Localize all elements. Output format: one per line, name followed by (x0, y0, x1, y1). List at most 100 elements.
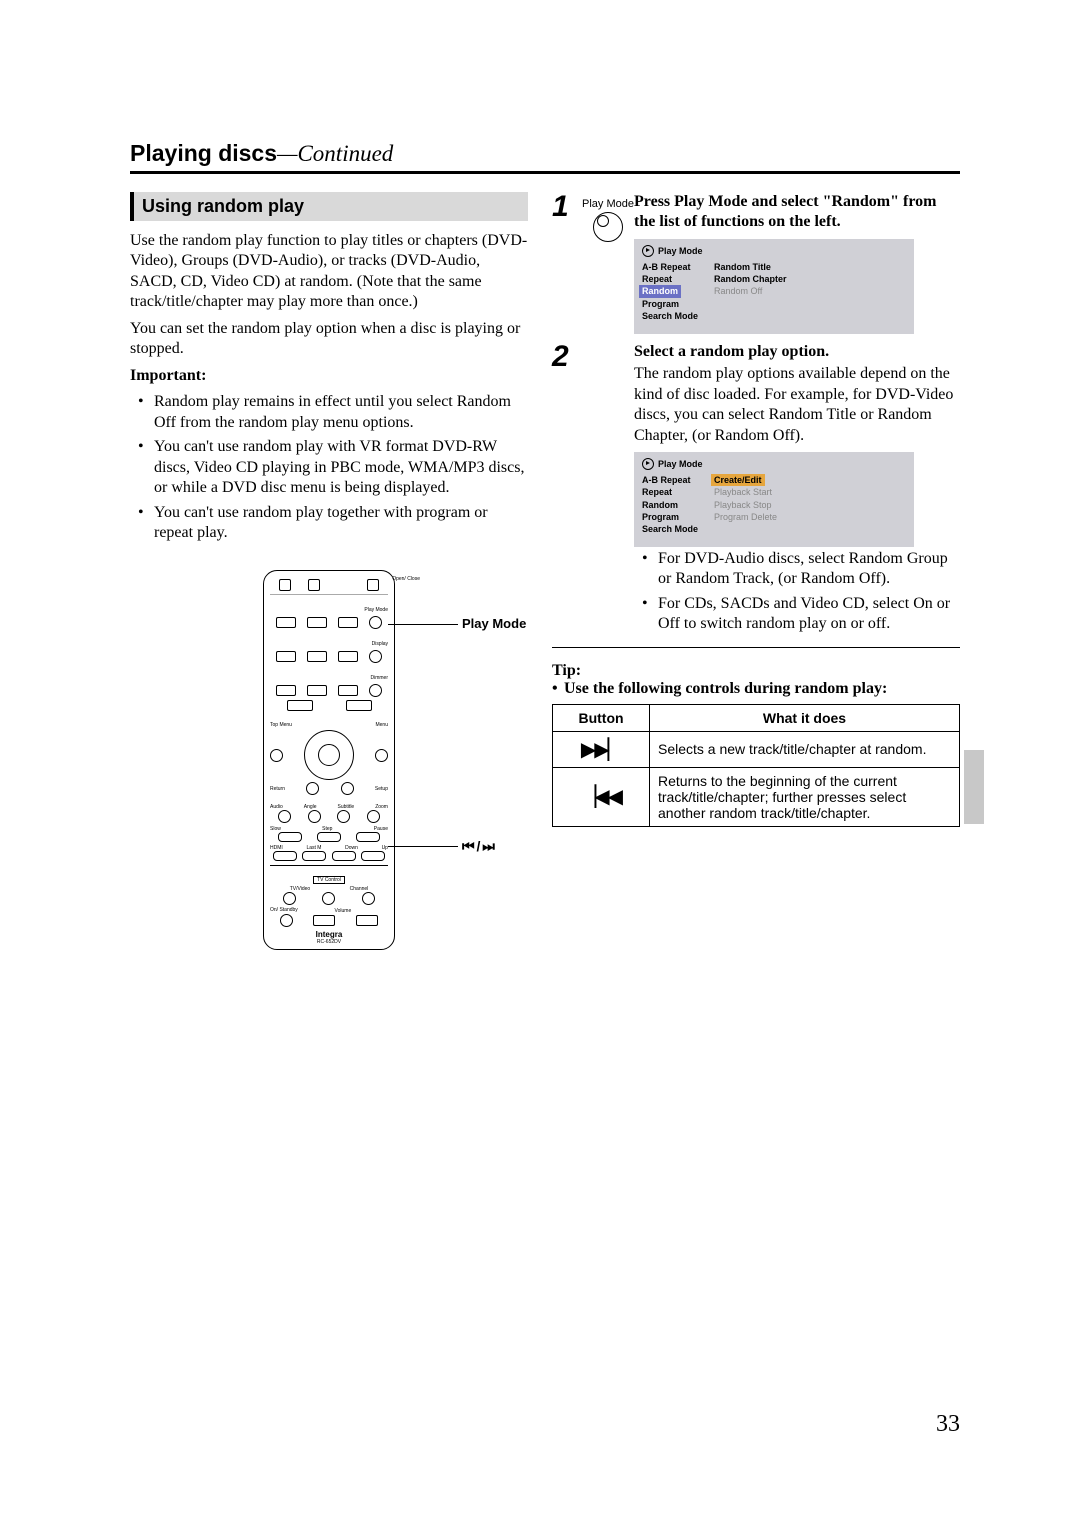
tip-line: Use the following controls during random… (564, 680, 887, 697)
remote-button (307, 617, 327, 628)
step-2-heading: Select a random play option. (634, 342, 960, 362)
page: Playing discs—Continued Using random pla… (0, 0, 1080, 1000)
intro-para-2: You can set the random play option when … (130, 319, 528, 360)
step-1-body: Press Play Mode and select "Random" from… (634, 192, 960, 336)
menu-left-col: A-B Repeat Repeat Random Program Search … (642, 261, 698, 322)
important-item: You can't use random play together with … (146, 503, 528, 544)
step-2-icon (582, 342, 634, 348)
columns: Using random play Use the random play fu… (130, 192, 960, 1000)
remote-enter (318, 744, 340, 766)
step-2-text: The random play options available depend… (634, 364, 960, 446)
on-standby-label: On/ Standby (270, 908, 298, 913)
prev-track-desc: Returns to the beginning of the current … (650, 767, 960, 826)
step-icon-label: Play Mode (582, 198, 634, 210)
disc-icon (642, 245, 654, 257)
callout-prev-next: ⏮ / ⏭ (462, 838, 494, 855)
remote-button (313, 915, 335, 926)
step-2: 2 Select a random play option. The rando… (552, 342, 960, 641)
remote-prev-button (332, 851, 356, 861)
menu-item: A-B Repeat (642, 474, 698, 486)
step-divider (552, 647, 960, 648)
up-label: Up (382, 845, 388, 851)
step-number: 1 (552, 192, 582, 222)
menu-option-dim: Playback Start (714, 486, 777, 498)
step-2-menu: Play Mode A-B Repeat Repeat Random Progr… (634, 452, 914, 547)
pause-label: Pause (374, 826, 388, 832)
remote-illustration: Open/ Close Play Mode Display (130, 570, 528, 1000)
remote-button (356, 832, 380, 842)
remote-next-button (361, 851, 385, 861)
important-item: Random play remains in effect until you … (146, 392, 528, 433)
remote-body: Open/ Close Play Mode Display (263, 570, 395, 950)
menu-option-selected: Create/Edit (711, 474, 765, 486)
audio-label: Audio (270, 804, 283, 810)
remote-button (341, 782, 354, 795)
remote-button (287, 700, 313, 711)
menu-header: Play Mode (658, 458, 703, 470)
display-label: Display (372, 641, 388, 647)
tv-control-label: TV Control (313, 876, 345, 884)
menu-item: Search Mode (642, 523, 698, 535)
remote-button (356, 915, 378, 926)
remote-button (369, 650, 382, 663)
menu-left-col: A-B Repeat Repeat Random Program Search … (642, 474, 698, 535)
left-column: Using random play Use the random play fu… (130, 192, 528, 1000)
step-2-bullet: For DVD-Audio discs, select Random Group… (650, 549, 960, 590)
remote-button (338, 617, 358, 628)
tip-label: Tip: (552, 662, 960, 680)
important-item: You can't use random play with VR format… (146, 437, 528, 498)
top-menu-label: Top Menu (270, 722, 292, 728)
chapter-header: Playing discs—Continued (130, 140, 960, 174)
remote-button (306, 782, 319, 795)
angle-label: Angle (304, 804, 317, 810)
chapter-continued: —Continued (277, 141, 393, 166)
next-track-desc: Selects a new track/title/chapter at ran… (650, 731, 960, 767)
remote-button (280, 914, 293, 927)
remote-button (270, 749, 283, 762)
step-2-body: Select a random play option. The random … (634, 342, 960, 641)
prev-track-icon: ▕◀◀ (553, 767, 650, 826)
step-2-bullets: For DVD-Audio discs, select Random Group… (634, 549, 960, 635)
hdmi-label: HDMI (270, 845, 283, 851)
remote-button (276, 651, 296, 662)
intro-para-1: Use the random play function to play tit… (130, 231, 528, 313)
menu-right-col: Create/Edit Playback Start Playback Stop… (714, 474, 777, 535)
remote-button (367, 579, 379, 591)
dimmer-label: Dimmer (371, 675, 389, 681)
remote-button (302, 851, 326, 861)
next-track-icon: ▶▶▏ (553, 731, 650, 767)
table-header-row: Button What it does (553, 704, 960, 731)
menu-header: Play Mode (658, 245, 703, 257)
step-1-icon: Play Mode (582, 192, 634, 242)
callout-playmode: Play Mode (462, 616, 526, 631)
th-desc: What it does (650, 704, 960, 731)
remote-button (276, 685, 296, 696)
volume-label: Volume (335, 908, 352, 914)
return-label: Return (270, 786, 285, 792)
step-number: 2 (552, 342, 582, 372)
menu-item: Search Mode (642, 310, 698, 322)
subtitle-label: Subtitle (338, 804, 355, 810)
remote-button (283, 892, 296, 905)
section-title: Using random play (130, 192, 528, 221)
menu-item: Repeat (642, 486, 698, 498)
table-row: ▕◀◀ Returns to the beginning of the curr… (553, 767, 960, 826)
remote-model: RC-652DV (270, 939, 388, 945)
menu-option: Random Title (714, 261, 787, 273)
remote-button (338, 685, 358, 696)
remote-brand: Integra (270, 930, 388, 939)
menu-item: A-B Repeat (642, 261, 698, 273)
menu-option-dim: Program Delete (714, 511, 777, 523)
remote-button (279, 579, 291, 591)
remote-button (322, 892, 335, 905)
menu-option: Random Chapter (714, 273, 787, 285)
step-1-menu: Play Mode A-B Repeat Repeat Random Progr… (634, 239, 914, 334)
tv-video-label: TV/Video (290, 886, 310, 892)
step-1-heading: Press Play Mode and select "Random" from… (634, 192, 960, 233)
remote-button (362, 892, 375, 905)
right-column: 1 Play Mode Press Play Mode and select "… (552, 192, 960, 1000)
callout-line (388, 846, 458, 847)
side-tab (964, 750, 984, 824)
channel-label: Channel (350, 886, 369, 892)
play-mode-tiny-label: Play Mode (364, 607, 388, 613)
